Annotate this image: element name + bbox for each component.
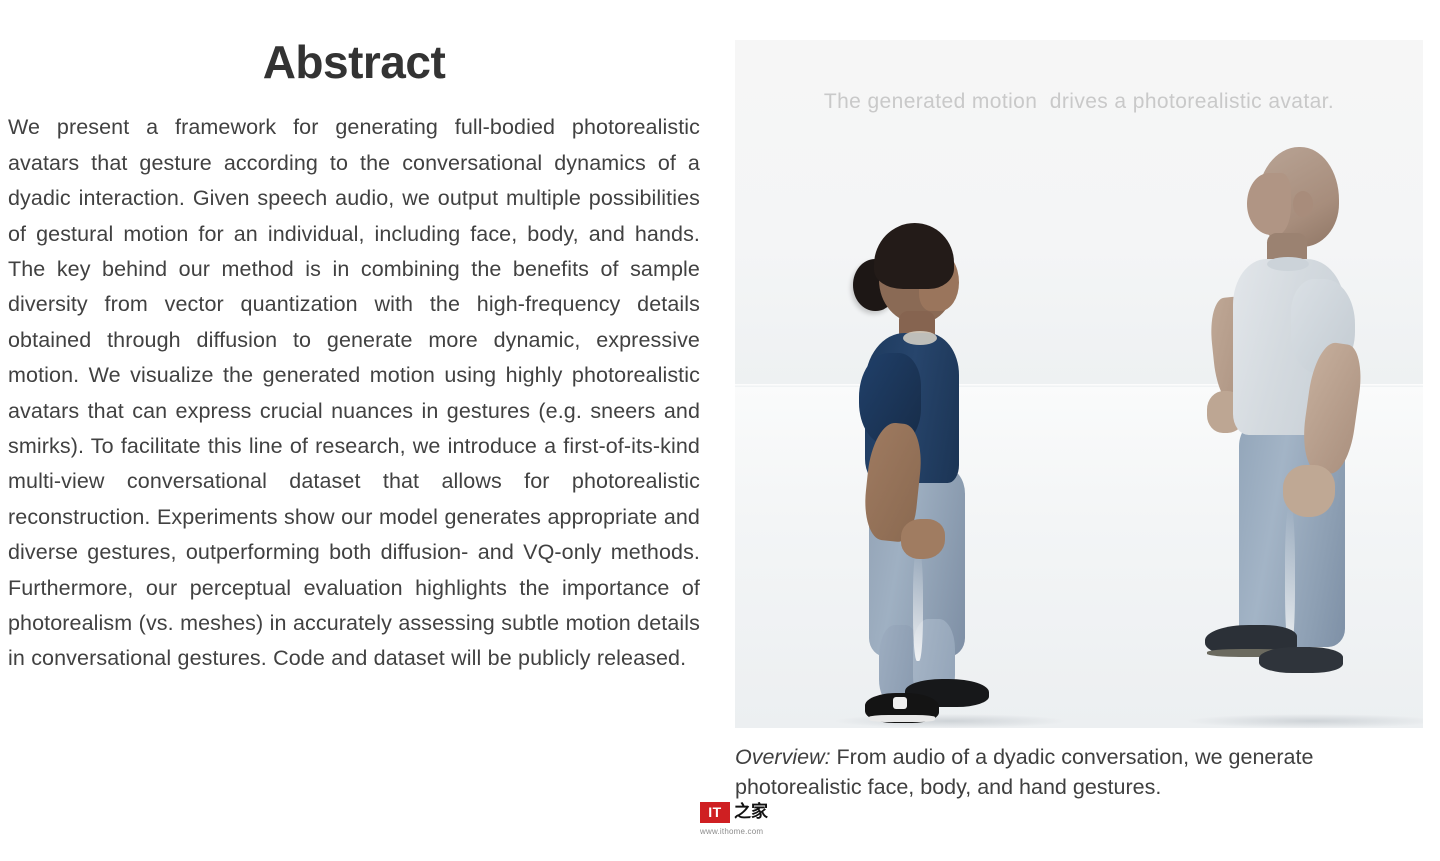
right-avatar-man [1205,147,1415,727]
ithome-logo-icon: IT [700,801,730,823]
man-shoe-back [1259,647,1343,673]
woman-necklace [903,331,937,345]
woman-leg-gap [913,549,923,661]
watermark-cjk-text: 之家 [734,801,768,822]
figure-caption-lead: Overview: [735,745,831,769]
watermark-logo-row: IT 之家 [700,800,772,824]
man-collar [1267,257,1309,271]
slide-page: Abstract We present a framework for gene… [0,0,1440,861]
left-avatar-woman [843,223,1043,727]
abstract-body-text: We present a framework for generating fu… [8,115,700,671]
figure-overlay-text: The generated motion drives a photoreali… [823,90,1335,113]
man-face [1247,173,1291,235]
overview-figure: The generated motion drives a photoreali… [735,40,1423,728]
woman-shoe-sole [869,715,935,722]
figure-column: The generated motion drives a photoreali… [735,40,1423,802]
watermark-url: www.ithome.com [700,827,764,836]
abstract-column: Abstract We present a framework for gene… [8,0,700,861]
woman-shoe-tag [893,697,907,709]
figure-caption: Overview: From audio of a dyadic convers… [735,728,1423,802]
man-leg-gap [1285,507,1295,647]
woman-hand [901,519,945,559]
man-hand-near [1283,465,1335,517]
ithome-watermark: IT 之家 www.ithome.com [700,800,772,840]
woman-hair [874,223,954,289]
man-ear [1293,191,1313,217]
page-title: Abstract [262,36,446,88]
